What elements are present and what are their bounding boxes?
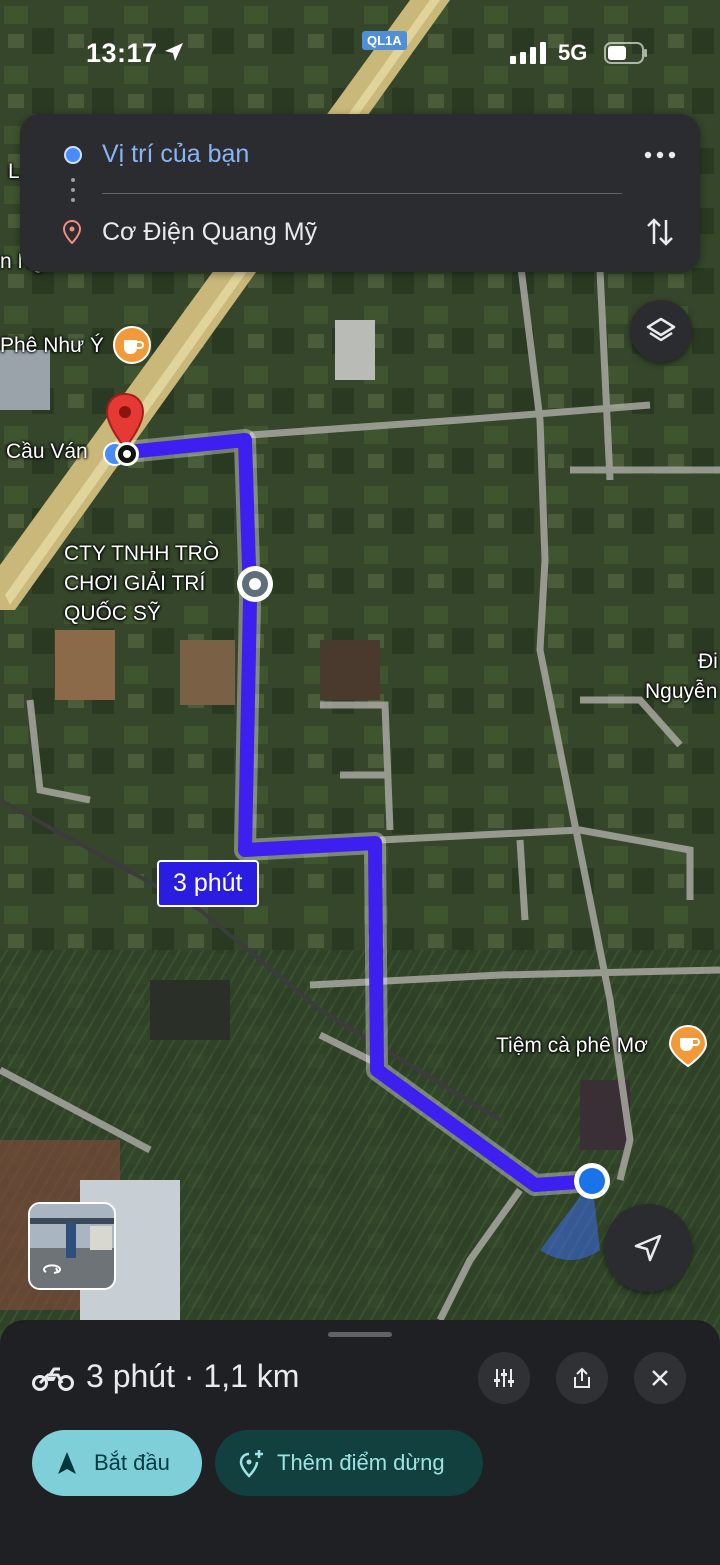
map-label-right: Đi [698, 650, 718, 673]
add-stop-icon [239, 1450, 263, 1478]
navigate-button[interactable] [604, 1204, 692, 1292]
share-icon [574, 1367, 590, 1388]
add-stop-label: Thêm điểm dừng [277, 1450, 445, 1475]
route-options-button[interactable] [478, 1352, 530, 1404]
coffee-icon[interactable] [113, 326, 151, 364]
start-button[interactable]: Bắt đầu [32, 1430, 202, 1496]
origin-field[interactable]: Vị trí của bạn [102, 140, 249, 169]
origin-dot-icon [64, 146, 82, 164]
close-icon [652, 1370, 668, 1386]
directions-card: Vị trí của bạn Cơ Điện Quang Mỹ [20, 114, 700, 272]
network-type: 5G [558, 40, 588, 65]
add-stop-button[interactable]: Thêm điểm dừng [215, 1430, 483, 1496]
signal-icon [510, 42, 546, 64]
status-bar: 13:17 5G [0, 0, 720, 100]
more-icon[interactable] [640, 140, 680, 170]
battery-icon [604, 42, 647, 64]
layers-icon [646, 317, 676, 342]
map-label-company[interactable]: CHƠI GIẢI TRÍ [64, 572, 205, 596]
drag-handle[interactable] [328, 1332, 392, 1337]
map-label-right: Nguyễn [645, 680, 718, 703]
map-label-left: L [8, 160, 20, 183]
close-button[interactable] [634, 1352, 686, 1404]
navigation-arrow-icon [58, 1452, 76, 1474]
start-label: Bắt đầu [94, 1450, 170, 1475]
destination-marker-icon [103, 442, 139, 466]
map-label-company[interactable]: QUỐC SỸ [64, 602, 161, 626]
connector-dots [71, 178, 75, 210]
swap-icon[interactable] [640, 212, 680, 252]
navigate-icon [634, 1234, 662, 1262]
street-view-icon [30, 1204, 114, 1288]
my-location-dot-icon [574, 1163, 610, 1199]
status-time: 13:17 [86, 38, 158, 68]
street-view-thumbnail[interactable] [28, 1202, 116, 1290]
waypoint-icon[interactable] [235, 562, 275, 606]
share-button[interactable] [556, 1352, 608, 1404]
destination-field[interactable]: Cơ Điện Quang Mỹ [102, 218, 317, 247]
layers-button[interactable] [630, 300, 692, 362]
map-label-cafe[interactable]: Phê Như Ý [0, 334, 104, 358]
destination-pin-icon [62, 220, 82, 244]
tune-icon [494, 1369, 514, 1387]
map-label-company[interactable]: CTY TNHH TRÒ [64, 542, 219, 566]
location-arrow-icon [165, 43, 183, 61]
route-time-label[interactable]: 3 phút [157, 860, 259, 907]
bottom-sheet: 3 phút · 1,1 km Bắt đầu Thêm điểm dừng [0, 1320, 720, 1565]
map-label-cafe-right[interactable]: Tiệm cà phê Mơ [496, 1034, 648, 1058]
motorbike-icon [32, 1367, 74, 1391]
divider [102, 193, 622, 194]
route-summary: 3 phút · 1,1 km [86, 1358, 300, 1394]
coffee-icon[interactable] [668, 1024, 708, 1068]
map-label-destination[interactable]: Cầu Ván [6, 440, 88, 464]
